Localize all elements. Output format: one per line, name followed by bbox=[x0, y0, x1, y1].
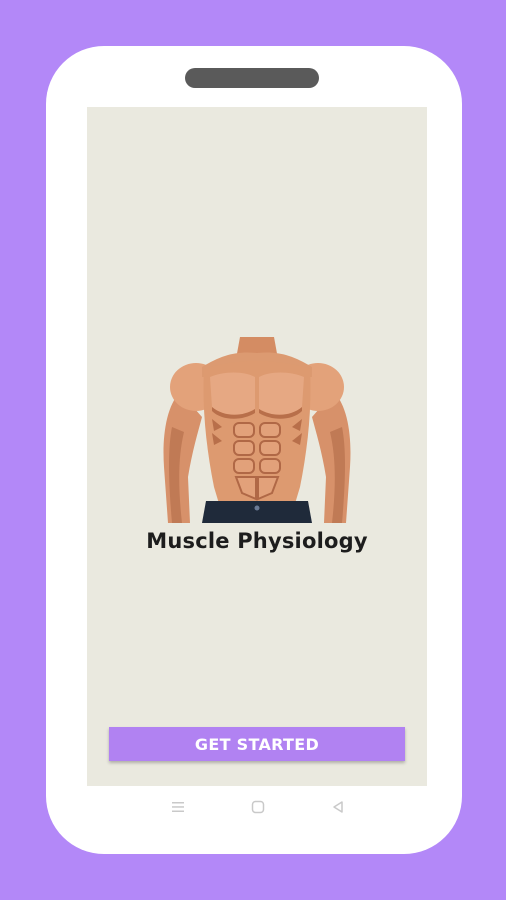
muscle-torso-illustration bbox=[163, 337, 351, 523]
back-icon[interactable] bbox=[327, 796, 349, 818]
menu-icon[interactable] bbox=[167, 796, 189, 818]
home-icon[interactable] bbox=[247, 796, 269, 818]
app-title: Muscle Physiology bbox=[146, 529, 368, 553]
system-navigation-bar bbox=[87, 788, 427, 828]
phone-frame: Muscle Physiology GET STARTED bbox=[46, 46, 462, 854]
get-started-button[interactable]: GET STARTED bbox=[109, 727, 405, 761]
app-screen: Muscle Physiology GET STARTED bbox=[87, 107, 427, 786]
phone-speaker bbox=[185, 68, 319, 88]
